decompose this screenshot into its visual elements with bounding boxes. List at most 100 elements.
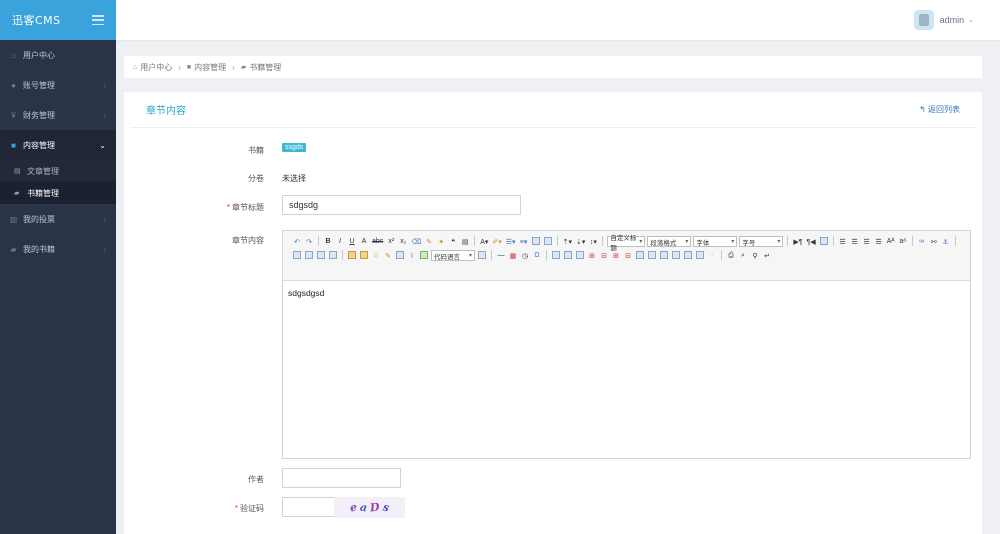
auto-typeset-icon[interactable]: ✦ (436, 236, 446, 247)
align-right-icon[interactable]: ☰ (862, 236, 872, 247)
menu-toggle-icon[interactable] (92, 15, 104, 25)
anchor-icon[interactable]: ⚓ (941, 236, 951, 247)
special-chars-icon[interactable]: Ω (532, 250, 542, 261)
sidebar-item-content[interactable]: ■ 内容管理 ⌄ (0, 130, 116, 160)
row-spacing-top-icon[interactable]: ⇡▾ (562, 236, 573, 247)
username: admin (939, 15, 965, 25)
blockquote-icon[interactable]: ❝ (448, 236, 458, 247)
split-cells-icon[interactable] (672, 251, 680, 259)
superscript-icon[interactable]: x² (386, 236, 396, 247)
merge-cells-icon[interactable] (636, 251, 644, 259)
custom-title-select[interactable]: 自定义标题 (607, 235, 646, 252)
sidebar-item-user-center[interactable]: ⌂ 用户中心 (0, 40, 116, 70)
unlink-icon[interactable]: ⚯ (929, 236, 939, 247)
unordered-list-icon[interactable]: ≡▾ (519, 236, 529, 247)
remove-format-icon[interactable]: ⌫ (410, 236, 422, 247)
link-icon[interactable]: ∞ (917, 236, 927, 247)
strikethrough-icon[interactable]: abc (371, 236, 384, 247)
attachment-icon[interactable]: ⌇ (407, 250, 417, 261)
author-label: 作者 (248, 475, 264, 484)
image-none-icon[interactable] (293, 251, 301, 259)
italic-icon[interactable]: I (335, 236, 345, 247)
font-family-select-value: 字体 (696, 239, 710, 247)
rtl-icon[interactable]: ¶◀ (806, 236, 817, 247)
map-icon[interactable] (420, 251, 428, 259)
sidebar-item-account[interactable]: ● 账号管理 ‹ (0, 70, 116, 100)
editor-content[interactable]: sdgsdgsd (283, 281, 970, 305)
sidebar-submenu: ▤ 文章管理 ▰ 书籍管理 (0, 160, 116, 204)
paragraph-select[interactable]: 段落格式 (647, 236, 692, 247)
insert-paragraph-before-table-icon[interactable] (576, 251, 584, 259)
sidebar-item-finance[interactable]: ¥ 财务管理 ‹ (0, 100, 116, 130)
print-icon[interactable]: ⎙ (726, 250, 736, 261)
breadcrumb-item[interactable]: 内容管理 (194, 62, 226, 73)
split-rows-icon[interactable] (684, 251, 692, 259)
captcha-image[interactable]: eaDs (334, 497, 405, 518)
font-family-select[interactable]: 字体 (693, 236, 738, 247)
format-painter-icon[interactable]: ✎ (424, 236, 434, 247)
user-menu[interactable]: admin ⌄ (913, 10, 974, 30)
line-height-icon[interactable]: ↕▾ (588, 236, 598, 247)
simple-upload-icon[interactable] (348, 251, 356, 259)
captcha-label: * 验证码 (124, 503, 264, 514)
align-left-icon[interactable]: ☰ (838, 236, 848, 247)
sidebar-subitem-label: 文章管理 (27, 166, 59, 176)
font-border-icon[interactable]: A (359, 236, 369, 247)
author-input[interactable] (282, 468, 401, 488)
image-center-icon[interactable] (329, 251, 337, 259)
captcha-input[interactable] (282, 497, 335, 517)
sidebar-subitem-books[interactable]: ▰ 书籍管理 (0, 182, 116, 204)
back-to-list-link[interactable]: ↰ 返回列表 (919, 104, 960, 115)
insert-image-icon[interactable] (360, 251, 368, 259)
ordered-list-icon[interactable]: ☰▾ (505, 236, 517, 247)
lowercase-icon[interactable]: aᵃ (898, 236, 908, 247)
underline-icon[interactable]: U (347, 236, 357, 247)
chapter-title-input[interactable]: sdgsdg (282, 195, 521, 215)
bold-icon[interactable]: B (323, 236, 333, 247)
redo-icon[interactable]: ↷ (304, 236, 314, 247)
image-right-icon[interactable] (317, 251, 325, 259)
delete-table-icon[interactable] (564, 251, 572, 259)
uppercase-icon[interactable]: Aᴬ (886, 236, 896, 247)
horizontal-rule-icon[interactable]: — (496, 250, 506, 261)
time-icon[interactable]: ◷ (520, 250, 530, 261)
insert-video-icon[interactable] (396, 251, 404, 259)
paste-plain-icon[interactable]: ▤ (460, 236, 470, 247)
insert-col-icon[interactable]: ⊞ (611, 250, 621, 261)
sidebar-item-my-books[interactable]: ▰ 我的书籍 ‹ (0, 234, 116, 264)
indent-icon[interactable] (819, 237, 828, 245)
search-replace-icon[interactable]: ⚲ (750, 250, 760, 261)
subscript-icon[interactable]: x₂ (398, 236, 408, 247)
ltr-icon[interactable]: ▶¶ (792, 236, 803, 247)
template-icon[interactable] (478, 251, 486, 259)
image-left-icon[interactable] (305, 251, 313, 259)
delete-row-icon[interactable]: ⊟ (599, 250, 609, 261)
toolbar-divider (954, 236, 956, 246)
font-size-select[interactable]: 字号 (739, 236, 784, 247)
emotion-icon[interactable]: ☺ (371, 250, 381, 261)
breadcrumb-item[interactable]: 书籍管理 (249, 62, 281, 73)
sidebar-item-votes[interactable]: ▥ 我的投票 ‹ (0, 204, 116, 234)
merge-down-icon[interactable] (660, 251, 668, 259)
scrawl-icon[interactable]: ✎ (383, 250, 393, 261)
breadcrumb-item[interactable]: 用户中心 (140, 62, 172, 73)
undo-icon[interactable]: ↶ (292, 236, 302, 247)
align-center-icon[interactable]: ☰ (850, 236, 860, 247)
code-language-select[interactable]: 代码语言 (431, 250, 475, 261)
select-all-icon[interactable] (531, 237, 540, 245)
rich-text-editor[interactable]: ↶ ↷ B I U A abc x² x₂ ⌫ ✎ ✦ ❝ ▤ A▾ ✐▾ ☰▾… (282, 230, 971, 459)
forecolor-icon[interactable]: A▾ (479, 236, 489, 247)
date-icon[interactable]: ▦ (508, 250, 518, 261)
enter-icon[interactable]: ↵ (762, 250, 772, 261)
insert-row-icon[interactable]: ⊞ (587, 250, 597, 261)
clear-doc-icon[interactable] (543, 237, 552, 245)
split-cols-icon[interactable] (696, 251, 704, 259)
backcolor-icon[interactable]: ✐▾ (491, 236, 502, 247)
delete-col-icon[interactable]: ⊟ (623, 250, 633, 261)
row-spacing-bottom-icon[interactable]: ⇣▾ (575, 236, 586, 247)
insert-table-icon[interactable] (552, 251, 560, 259)
preview-icon[interactable]: ⌕ (738, 250, 748, 261)
align-justify-icon[interactable]: ☰ (874, 236, 884, 247)
merge-right-icon[interactable] (648, 251, 656, 259)
sidebar-subitem-articles[interactable]: ▤ 文章管理 (0, 160, 116, 182)
